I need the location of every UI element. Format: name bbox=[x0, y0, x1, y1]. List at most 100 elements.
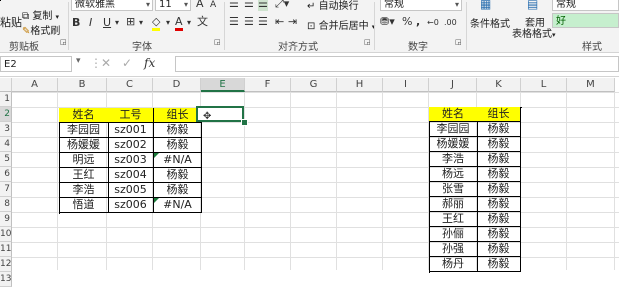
name-box-dropdown-icon[interactable]: ▾ bbox=[76, 56, 81, 66]
merge-center-button[interactable]: ⊡ 合并后居中 ▾ bbox=[307, 17, 375, 32]
table2-cell[interactable]: 孙俪 bbox=[429, 227, 478, 242]
paste-button[interactable]: 粘贴 bbox=[0, 14, 22, 30]
clipboard-launcher-icon[interactable]: ◲ bbox=[60, 38, 67, 46]
column-header-I[interactable]: I bbox=[383, 78, 429, 92]
table2-cell[interactable]: 张雪 bbox=[429, 182, 478, 197]
align-top-icon[interactable]: ☰ bbox=[229, 0, 239, 11]
format-painter-button[interactable]: ✎格式刷 bbox=[22, 22, 60, 37]
style-good[interactable]: 好 bbox=[552, 13, 619, 28]
conditional-format-button[interactable]: 条件格式 bbox=[470, 15, 510, 30]
table2-header-cell[interactable]: 姓名 bbox=[429, 107, 478, 122]
table1-cell[interactable]: sz005 bbox=[108, 183, 154, 198]
column-header-G[interactable]: G bbox=[291, 78, 337, 92]
row-header-13[interactable]: 13 bbox=[0, 272, 12, 287]
underline-button[interactable]: U bbox=[103, 16, 111, 30]
table1-cell[interactable]: sz004 bbox=[108, 168, 154, 183]
italic-button[interactable]: I bbox=[89, 16, 92, 30]
align-middle-icon[interactable]: ☰ bbox=[244, 0, 254, 11]
column-header-L[interactable]: L bbox=[521, 78, 567, 92]
table2-cell[interactable]: 杨远 bbox=[429, 167, 478, 182]
row-header-5[interactable]: 5 bbox=[0, 152, 12, 167]
font-launcher-icon[interactable]: ◲ bbox=[214, 38, 221, 46]
table1-cell[interactable]: 杨毅 bbox=[154, 123, 202, 138]
chevron-down-icon[interactable]: ▾ bbox=[187, 16, 191, 30]
comma-button[interactable]: , bbox=[416, 15, 420, 29]
align-center-icon[interactable]: ☰ bbox=[244, 15, 254, 29]
increase-indent-icon[interactable]: ⇥ bbox=[288, 15, 297, 29]
table2-cell[interactable]: 杨毅 bbox=[477, 242, 521, 257]
table2-cell[interactable]: 杨毅 bbox=[477, 182, 521, 197]
percent-button[interactable]: % bbox=[402, 15, 412, 29]
font-size-combo[interactable]: 11 ▾ bbox=[155, 0, 191, 11]
cancel-icon[interactable]: ✕ bbox=[101, 56, 111, 70]
row-header-2[interactable]: 2 bbox=[0, 107, 12, 122]
table2-cell[interactable]: 李园园 bbox=[429, 122, 478, 137]
phonetic-icon[interactable]: 文 bbox=[197, 15, 208, 29]
row-header-6[interactable]: 6 bbox=[0, 167, 12, 182]
table2-cell[interactable]: 杨毅 bbox=[477, 152, 521, 167]
column-header-C[interactable]: C bbox=[107, 78, 153, 92]
number-launcher-icon[interactable]: ◲ bbox=[455, 38, 462, 46]
table1-cell[interactable]: 王红 bbox=[59, 168, 109, 183]
shrink-font-button[interactable]: A bbox=[210, 0, 216, 12]
formula-input[interactable] bbox=[175, 56, 619, 72]
chevron-down-icon[interactable]: ▾ bbox=[115, 16, 119, 30]
enter-icon[interactable]: ✓ bbox=[122, 56, 132, 70]
column-header-M[interactable]: M bbox=[567, 78, 615, 92]
table2-header-cell[interactable]: 组长 bbox=[477, 107, 521, 122]
table1-cell[interactable]: sz002 bbox=[108, 138, 154, 153]
align-left-icon[interactable]: ☰ bbox=[229, 15, 239, 29]
wrap-text-button[interactable]: ↵ 自动换行 bbox=[307, 0, 359, 12]
fill-handle[interactable] bbox=[241, 119, 248, 126]
table2-cell[interactable]: 孙强 bbox=[429, 242, 478, 257]
insert-function-icon[interactable]: fx bbox=[144, 56, 155, 70]
column-header-B[interactable]: B bbox=[58, 78, 107, 92]
decrease-decimal-icon[interactable]: .00 bbox=[444, 16, 457, 30]
name-box[interactable]: E2 bbox=[0, 56, 72, 72]
table1-cell[interactable]: #N/A bbox=[154, 198, 202, 213]
table1-header-cell[interactable]: 姓名 bbox=[59, 108, 109, 123]
table1-cell[interactable]: 杨毅 bbox=[154, 138, 202, 153]
row-header-4[interactable]: 4 bbox=[0, 137, 12, 152]
align-bottom-icon[interactable]: ☰ bbox=[258, 0, 268, 11]
table1-header-cell[interactable]: 工号 bbox=[108, 108, 154, 123]
currency-icon[interactable]: ⛃▾ bbox=[380, 15, 395, 29]
table2-cell[interactable]: 杨毅 bbox=[477, 122, 521, 137]
row-header-1[interactable]: 1 bbox=[0, 92, 12, 107]
table2-cell[interactable]: 杨毅 bbox=[477, 137, 521, 152]
table1-cell[interactable]: #N/A bbox=[154, 153, 202, 168]
row-header-8[interactable]: 8 bbox=[0, 197, 12, 212]
increase-decimal-icon[interactable]: ←0 bbox=[427, 16, 439, 30]
row-header-7[interactable]: 7 bbox=[0, 182, 12, 197]
row-header-3[interactable]: 3 bbox=[0, 122, 12, 137]
table1-cell[interactable]: 杨媛媛 bbox=[59, 138, 109, 153]
row-header-11[interactable]: 11 bbox=[0, 242, 12, 257]
table1-cell[interactable]: sz001 bbox=[108, 123, 154, 138]
table2-cell[interactable]: 杨毅 bbox=[477, 227, 521, 242]
chevron-down-icon[interactable]: ▾ bbox=[166, 16, 170, 30]
column-header-E[interactable]: E bbox=[201, 78, 245, 92]
select-all-corner[interactable] bbox=[0, 78, 12, 92]
bold-button[interactable]: B bbox=[72, 16, 80, 30]
column-header-H[interactable]: H bbox=[337, 78, 383, 92]
orientation-icon[interactable]: ⤢▾ bbox=[275, 0, 289, 11]
border-icon[interactable]: ⊞ bbox=[126, 15, 135, 29]
row-header-10[interactable]: 10 bbox=[0, 227, 12, 242]
conditional-format-icon[interactable]: ▦ bbox=[480, 0, 491, 11]
column-header-J[interactable]: J bbox=[429, 78, 477, 92]
font-color-icon[interactable]: A bbox=[175, 15, 183, 31]
chevron-down-icon[interactable]: ▾ bbox=[139, 16, 143, 30]
row-header-9[interactable]: 9 bbox=[0, 212, 12, 227]
number-format-combo[interactable]: 常规 ▾ bbox=[380, 0, 462, 11]
table2-cell[interactable]: 李浩 bbox=[429, 152, 478, 167]
table2-cell[interactable]: 杨毅 bbox=[477, 167, 521, 182]
column-header-F[interactable]: F bbox=[245, 78, 291, 92]
table2-cell[interactable]: 杨毅 bbox=[477, 197, 521, 212]
column-header-A[interactable]: A bbox=[12, 78, 58, 92]
table2-cell[interactable]: 王红 bbox=[429, 212, 478, 227]
table1-cell[interactable]: 悟道 bbox=[59, 198, 109, 213]
style-normal[interactable]: 常规 bbox=[552, 0, 619, 11]
copy-button[interactable]: ⧉ 复制 ▾ bbox=[22, 7, 59, 22]
font-name-combo[interactable]: 微软雅黑 ▾ bbox=[71, 0, 153, 11]
decrease-indent-icon[interactable]: ⇤ bbox=[275, 15, 284, 29]
